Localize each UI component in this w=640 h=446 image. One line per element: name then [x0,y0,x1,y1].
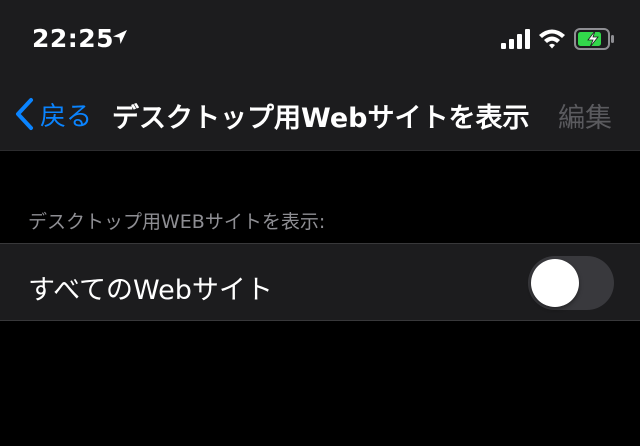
toggle-knob[interactable] [531,259,579,307]
all-websites-toggle[interactable] [528,256,614,310]
navigation-bar: 戻る デスクトップ用Webサイトを表示 編集 [0,80,640,150]
page-title: デスクトップ用Webサイトを表示 [112,103,530,134]
status-bar: 22:25 [0,0,640,80]
battery-charging-icon [574,28,614,50]
setting-row-all-websites: すべてのWebサイト [0,243,640,321]
edit-button[interactable]: 編集 [558,96,612,135]
nav-divider [0,150,640,151]
settings-screen: 22:25 戻る デスクトップ用Webサイトを表示 編集 デスクトップ用WEBサ… [0,0,640,446]
chevron-left-icon [16,98,33,130]
status-time: 22:25 [32,24,115,53]
wifi-icon [539,29,565,49]
section-header: デスクトップ用WEBサイトを表示: [28,211,326,233]
cellular-signal-icon [501,29,530,49]
back-button[interactable]: 戻る [14,94,92,134]
setting-row-label: すべてのWebサイト [28,275,273,306]
location-arrow-icon [113,30,127,44]
back-button-label: 戻る [40,101,93,132]
